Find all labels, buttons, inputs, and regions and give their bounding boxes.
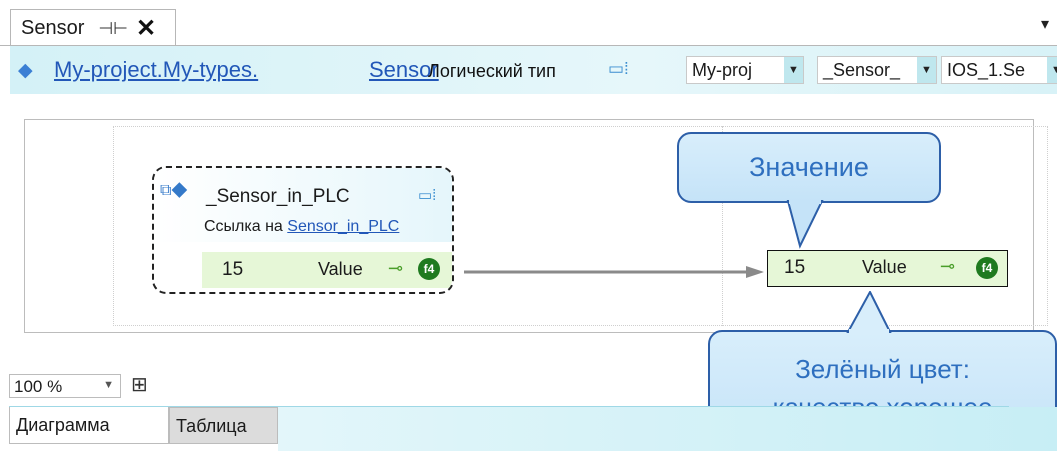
callout-value-text: Значение: [749, 152, 869, 182]
chevron-down-icon[interactable]: ▼: [917, 57, 936, 83]
output-arrow-icon: ⊸: [388, 258, 404, 278]
chevron-down-icon[interactable]: ▼: [103, 379, 114, 391]
zoom-value: 100 %: [14, 377, 63, 396]
ios-combo[interactable]: IOS_1.Se ▼: [941, 56, 1057, 84]
document-tab-strip: Sensor ⊣⊢ ✕ ▾: [0, 0, 1057, 47]
callout-quality-line1: Зелёный цвет:: [795, 354, 970, 384]
bottom-tab-bar-background: [278, 407, 1057, 451]
ref-prefix: Ссылка на: [204, 218, 283, 235]
callout-pointer-top: [786, 200, 824, 249]
zoom-select[interactable]: 100 % ▼: [9, 374, 121, 398]
tab-sensor[interactable]: Sensor ⊣⊢ ✕: [10, 9, 176, 47]
ref-link[interactable]: Sensor_in_PLC: [287, 218, 399, 235]
properties-icon[interactable]: ▭⁞: [608, 59, 629, 79]
node-properties-icon[interactable]: ▭⁞: [418, 186, 436, 204]
reference-node[interactable]: ⧉◆ _Sensor_in_PLC ▭⁞ Ссылка на Sensor_in…: [152, 166, 454, 294]
logical-type-icon: ◆: [18, 60, 33, 81]
tab-diagram[interactable]: Диаграмма: [9, 407, 169, 444]
chevron-down-icon[interactable]: ▼: [1047, 57, 1057, 83]
pin-icon[interactable]: ⊣⊢: [98, 19, 128, 39]
callout-value: Значение: [677, 132, 941, 203]
grid-icon[interactable]: ⊞: [131, 372, 148, 397]
node-value-label: Value: [318, 259, 363, 279]
breadcrumb-parent-link[interactable]: My-project.My-types.: [54, 57, 258, 83]
type-header-bar: ◆ My-project.My-types. Sensor Логический…: [0, 46, 1057, 94]
overflow-menu-icon[interactable]: ▾: [1041, 14, 1049, 34]
target-value-row[interactable]: 15 Value ⊸ f4: [767, 250, 1008, 287]
kind-label: Логический тип: [428, 61, 556, 81]
ios-combo-value: IOS_1.Se: [947, 60, 1026, 80]
target-value-label: Value: [862, 257, 907, 277]
close-icon[interactable]: ✕: [136, 14, 156, 43]
reference-icon: ⧉◆: [160, 182, 188, 199]
connection-line: [464, 266, 764, 278]
node-value: 15: [222, 259, 244, 280]
project-combo[interactable]: My-proj ▼: [686, 56, 804, 84]
chevron-down-icon[interactable]: ▼: [784, 57, 803, 83]
node-value-row[interactable]: 15 Value ⊸ f4: [202, 252, 452, 288]
callout-pointer-bottom: [846, 291, 892, 333]
f4-badge-icon: f4: [418, 258, 440, 280]
sensor-combo-value: _Sensor_: [823, 60, 901, 80]
sensor-combo[interactable]: _Sensor_ ▼: [817, 56, 937, 84]
output-arrow-icon: ⊸: [940, 256, 956, 276]
target-value: 15: [784, 257, 806, 278]
tab-table[interactable]: Таблица: [169, 407, 278, 444]
tab-title: Sensor: [21, 17, 85, 39]
f4-badge-icon: f4: [976, 257, 998, 279]
node-name: _Sensor_in_PLC: [206, 186, 350, 207]
project-combo-value: My-proj: [692, 60, 753, 80]
node-reference-text: Ссылка на Sensor_in_PLC: [204, 218, 399, 236]
